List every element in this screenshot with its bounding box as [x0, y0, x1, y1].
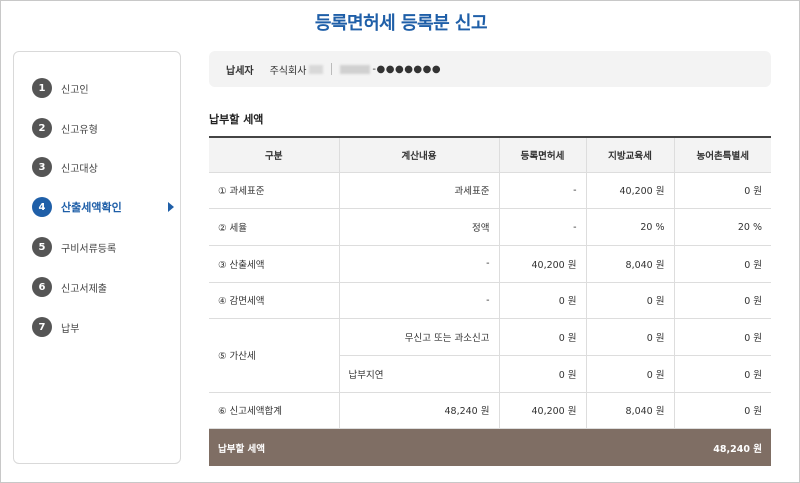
section-title: 납부할 세액 [209, 113, 264, 126]
step-item-2[interactable]: 2 신고유형 [32, 117, 172, 139]
header-rural-special-tax: 농어촌특별세 [673, 136, 771, 173]
step-number: 1 [32, 78, 52, 98]
cell: 과세표준 [338, 172, 499, 210]
header-local-education-tax: 지방교육세 [585, 136, 674, 173]
step-number: 2 [32, 118, 52, 138]
table-row: ② 세율 정액 - 20 % 20 % [209, 208, 771, 246]
cell: 40,200 원 [585, 172, 674, 210]
cell: 40,200 원 [498, 245, 586, 283]
step-item-5[interactable]: 5 구비서류등록 [32, 236, 172, 258]
cell: 0 원 [585, 282, 674, 320]
cell: 8,040 원 [585, 392, 674, 430]
taxpayer-info-bar: 납세자 주식회사 -●●●●●●● [209, 51, 771, 87]
cell: 무신고 또는 과소신고 [338, 318, 499, 356]
cell: ④ 감면세액 [209, 282, 339, 320]
header-calculation: 계산내용 [338, 136, 499, 173]
step-item-7[interactable]: 7 납부 [32, 316, 172, 338]
cell: 0 원 [498, 282, 586, 320]
step-label: 신고서제출 [61, 283, 107, 295]
cell: 납부지연 [338, 355, 499, 393]
step-label: 신고인 [61, 84, 89, 96]
table-row: ① 과세표준 과세표준 - 40,200 원 0 원 [209, 172, 771, 210]
cell: 20 % [585, 208, 674, 246]
step-sidebar: 1 신고인 2 신고유형 3 신고대상 4 산출세액확인 5 구비서류등록 6 … [13, 51, 181, 464]
step-number: 3 [32, 157, 52, 177]
table-header-row: 구분 계산내용 등록면허세 지방교육세 농어촌특별세 [209, 136, 771, 173]
header-category: 구분 [209, 136, 339, 173]
step-label: 신고대상 [61, 163, 98, 175]
tax-table: 구분 계산내용 등록면허세 지방교육세 농어촌특별세 ① 과세표준 과세표준 -… [209, 136, 771, 466]
table-row: ⑥ 신고세액합계 48,240 원 40,200 원 8,040 원 0 원 [209, 392, 771, 430]
step-number: 5 [32, 237, 52, 257]
cell: 0 원 [673, 355, 771, 393]
cell: - [338, 282, 499, 320]
cell: 40,200 원 [498, 392, 586, 430]
step-number: 6 [32, 277, 52, 297]
taxpayer-label: 납세자 [226, 65, 254, 77]
total-value: 48,240 원 [499, 428, 771, 466]
cell: 0 원 [673, 318, 771, 356]
masked-registration-number: -●●●●●●● [372, 63, 442, 75]
redacted-id-prefix [340, 64, 371, 74]
cell: 48,240 원 [338, 392, 499, 430]
step-label: 신고유형 [61, 124, 98, 136]
cell: 0 원 [585, 318, 674, 356]
taxpayer-company: 주식회사 [269, 65, 307, 77]
cell: 0 원 [673, 392, 771, 430]
cell: 8,040 원 [585, 245, 674, 283]
cell: 정액 [338, 208, 499, 246]
cell: 0 원 [673, 282, 771, 320]
cell: 0 원 [498, 355, 586, 393]
cell: 20 % [673, 208, 771, 246]
cell: 0 원 [498, 318, 586, 356]
table-row: ⑤ 가산세 무신고 또는 과소신고 0 원 0 원 0 원 [209, 318, 771, 393]
cell: - [338, 245, 499, 283]
table-row: ③ 산출세액 - 40,200 원 8,040 원 0 원 [209, 245, 771, 283]
cell: ⑤ 가산세 [209, 318, 339, 393]
cell: - [498, 208, 586, 246]
step-label: 산출세액확인 [61, 201, 122, 214]
cell: ⑥ 신고세액합계 [209, 392, 339, 430]
cell: - [498, 172, 586, 210]
cell: ③ 산출세액 [209, 245, 339, 283]
step-item-4-active[interactable]: 4 산출세액확인 [32, 196, 174, 218]
total-label: 납부할 세액 [209, 428, 499, 466]
step-item-3[interactable]: 3 신고대상 [32, 156, 172, 178]
cell: ② 세율 [209, 208, 339, 246]
step-item-1[interactable]: 1 신고인 [32, 77, 172, 99]
current-step-arrow-icon [168, 202, 174, 212]
step-number: 4 [32, 197, 52, 217]
cell: 0 원 [673, 245, 771, 283]
step-label: 납부 [61, 323, 80, 335]
divider [331, 63, 333, 75]
total-row: 납부할 세액 48,240 원 [209, 428, 771, 466]
header-registration-tax: 등록면허세 [498, 136, 586, 173]
redacted-name [309, 64, 324, 74]
cell: 0 원 [673, 172, 771, 210]
cell: 0 원 [585, 355, 674, 393]
step-item-6[interactable]: 6 신고서제출 [32, 276, 172, 298]
cell: ① 과세표준 [209, 172, 339, 210]
table-row: ④ 감면세액 - 0 원 0 원 0 원 [209, 282, 771, 320]
page-title: 등록면허세 등록분 신고 [314, 13, 488, 34]
step-label: 구비서류등록 [61, 243, 117, 255]
step-number: 7 [32, 317, 52, 337]
